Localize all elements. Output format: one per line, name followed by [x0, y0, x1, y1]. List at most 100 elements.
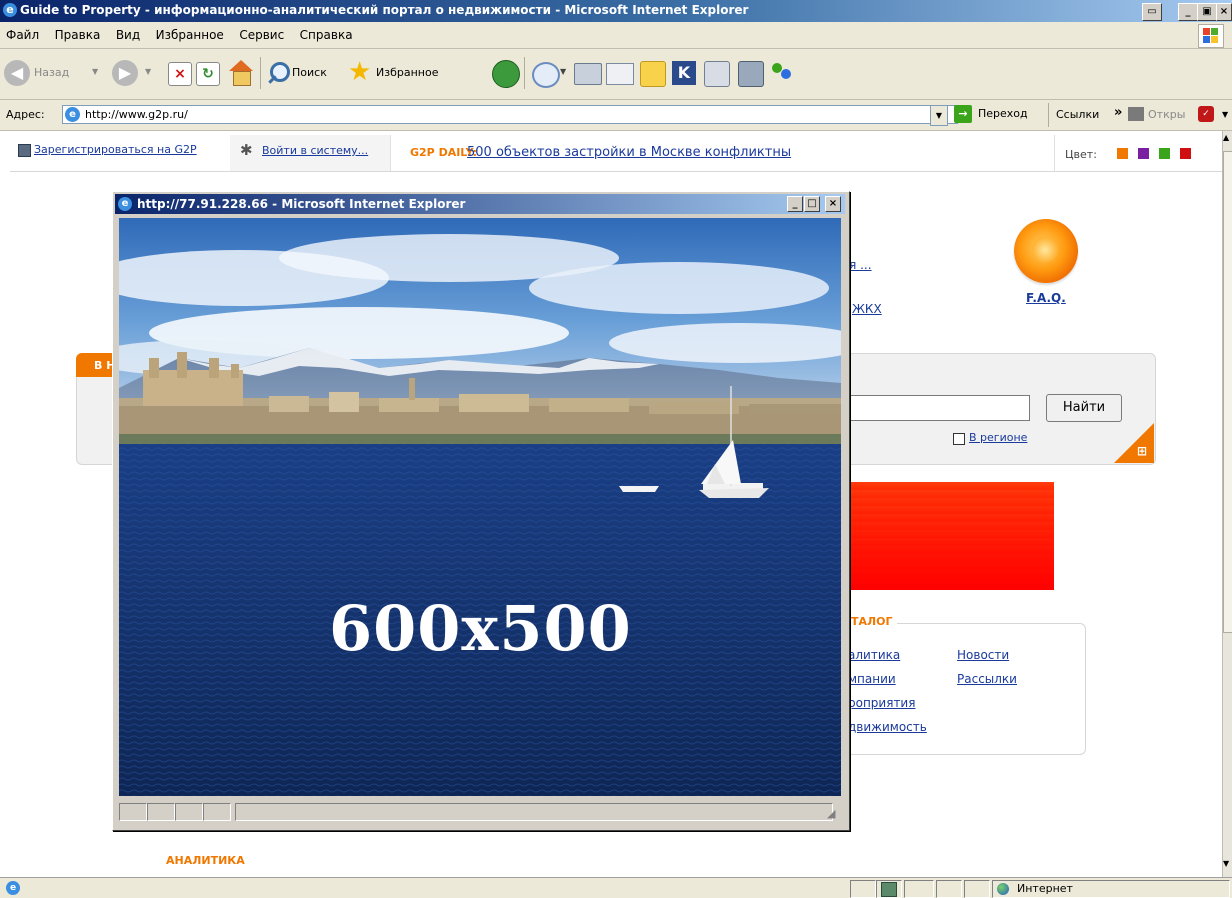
scroll-down-icon[interactable]: ▼	[1223, 859, 1229, 868]
menu-view[interactable]: Вид	[110, 22, 146, 42]
catalog-box	[830, 623, 1086, 755]
orange-fruit-icon[interactable]	[1014, 219, 1078, 283]
users-icon[interactable]	[770, 61, 794, 85]
back-arrow-icon: ◀	[4, 60, 30, 86]
scroll-thumb[interactable]	[1223, 151, 1232, 633]
find-button[interactable]: Найти	[1046, 394, 1122, 422]
popup-minimize-button[interactable]: _	[787, 196, 803, 212]
search-label: Поиск	[292, 66, 327, 79]
standard-toolbar: ◀ Назад ▼ ▶ ▼ × ↻ Поиск ★ Избранное ▼ K	[0, 49, 1232, 100]
catalog-link-analytics[interactable]: алитика	[848, 648, 900, 662]
status-cell	[203, 803, 231, 821]
chevron-down-icon[interactable]: ▼	[1222, 110, 1228, 119]
status-cell	[119, 803, 147, 821]
messenger-icon[interactable]	[704, 61, 730, 87]
color-swatch-purple[interactable]	[1138, 148, 1149, 159]
window-titlebar[interactable]: e Guide to Property - информационно-анал…	[0, 0, 1232, 22]
close-button[interactable]: ×	[1216, 3, 1232, 21]
status-cell	[904, 880, 934, 898]
back-button[interactable]: ◀ Назад ▼	[4, 60, 104, 86]
status-cell	[876, 880, 902, 898]
edit-icon[interactable]	[606, 63, 634, 85]
chevron-down-icon[interactable]: ▼	[560, 67, 566, 76]
status-cell	[936, 880, 962, 898]
status-bar: e Интернет	[0, 877, 1232, 898]
toolbar-separator	[1048, 103, 1049, 127]
catalog-link-events[interactable]: роприятия	[848, 696, 915, 710]
go-arrow-icon: →	[954, 105, 972, 123]
color-swatch-red[interactable]	[1180, 148, 1191, 159]
login-tab[interactable]: ✱ Войти в систему...	[230, 135, 391, 171]
minimize-button[interactable]: _	[1178, 3, 1198, 21]
color-swatch-orange[interactable]	[1117, 148, 1128, 159]
catalog-link-news[interactable]: Новости	[957, 648, 1009, 662]
popup-blocked-icon[interactable]	[881, 882, 897, 897]
home-icon[interactable]	[228, 60, 254, 86]
forward-arrow-icon[interactable]: ▶	[112, 60, 138, 86]
popup-title: http://77.91.228.66 - Microsoft Internet…	[137, 197, 466, 211]
ad-banner-image[interactable]: 600x500	[119, 218, 841, 796]
menu-help[interactable]: Справка	[294, 22, 359, 42]
red-banner[interactable]	[842, 482, 1054, 590]
faq-link[interactable]: F.A.Q.	[1026, 291, 1066, 305]
popup-status-bar: ◢	[119, 799, 841, 823]
links-button[interactable]: Ссылки »	[1054, 105, 1124, 125]
ie-icon: e	[118, 197, 132, 211]
color-swatch-green[interactable]	[1159, 148, 1170, 159]
analytics-heading: АНАЛИТИКА	[166, 854, 245, 867]
popup-titlebar[interactable]: e http://77.91.228.66 - Microsoft Intern…	[115, 194, 845, 214]
window-title: Guide to Property - информационно-аналит…	[20, 3, 749, 17]
pdf-icon[interactable]: ✓	[1198, 106, 1214, 122]
vertical-scrollbar[interactable]: ▲ ▼	[1222, 131, 1232, 877]
catalog-link-mailings[interactable]: Рассылки	[957, 672, 1017, 686]
mail-icon[interactable]	[532, 62, 560, 88]
search-field-partial[interactable]	[842, 395, 1030, 421]
open-button[interactable]: Откры	[1128, 105, 1186, 125]
status-cell	[235, 803, 833, 821]
popup-window[interactable]: e http://77.91.228.66 - Microsoft Intern…	[112, 191, 850, 831]
discuss-icon[interactable]	[640, 61, 666, 87]
restore-down-icon[interactable]: ▭	[1142, 3, 1162, 21]
status-cell	[147, 803, 175, 821]
popup-maximize-button[interactable]: □	[804, 196, 820, 212]
catalog-link-companies[interactable]: мпании	[848, 672, 896, 686]
history-icon[interactable]	[492, 60, 520, 88]
maximize-button[interactable]: ▣	[1197, 3, 1217, 21]
region-checkbox[interactable]	[953, 433, 965, 445]
zone-label: Интернет	[1017, 882, 1073, 895]
chevron-down-icon[interactable]: ▼	[145, 67, 151, 76]
resize-grip-icon[interactable]: ◢	[827, 807, 835, 820]
menu-tools[interactable]: Сервис	[233, 22, 290, 42]
print-icon[interactable]	[574, 63, 602, 85]
refresh-icon[interactable]: ↻	[196, 62, 220, 86]
scroll-up-icon[interactable]: ▲	[1223, 133, 1229, 142]
region-label[interactable]: В регионе	[969, 431, 1027, 444]
windows-logo-icon	[1198, 24, 1224, 48]
go-label: Переход	[978, 107, 1028, 120]
address-input[interactable]: e http://www.g2p.ru/	[62, 105, 958, 124]
daily-news-link[interactable]: 500 объектов застройки в Москве конфликт…	[467, 145, 791, 160]
address-dropdown[interactable]: ▼	[930, 105, 948, 126]
stop-icon[interactable]: ×	[168, 62, 192, 86]
status-cell	[964, 880, 990, 898]
research-icon[interactable]	[738, 61, 764, 87]
go-button[interactable]: → Переход	[952, 104, 1048, 126]
address-url: http://www.g2p.ru/	[85, 108, 188, 121]
k-icon[interactable]: K	[672, 61, 696, 85]
zhkh-link-partial[interactable]: ЖКХ	[852, 302, 882, 316]
register-link[interactable]: Зарегистрироваться на G2P	[34, 143, 197, 156]
menu-edit[interactable]: Правка	[49, 22, 107, 42]
menu-file[interactable]: Файл	[0, 22, 45, 42]
catalog-title: ТАЛОГ	[847, 615, 897, 628]
ad-size-label: 600x500	[329, 592, 632, 665]
menu-favorites[interactable]: Избранное	[150, 22, 230, 42]
expand-corner-icon[interactable]	[1114, 423, 1154, 463]
catalog-link-realty[interactable]: движимость	[848, 720, 927, 734]
search-button[interactable]: Поиск	[268, 60, 354, 86]
popup-close-button[interactable]: ×	[825, 196, 841, 212]
plus-icon: ⊞	[1137, 444, 1148, 458]
favorites-button[interactable]: ★ Избранное	[348, 58, 458, 86]
menu-bar: Файл Правка Вид Избранное Сервис Справка	[0, 22, 1232, 49]
login-link[interactable]: Войти в систему...	[262, 144, 368, 157]
status-cell	[175, 803, 203, 821]
